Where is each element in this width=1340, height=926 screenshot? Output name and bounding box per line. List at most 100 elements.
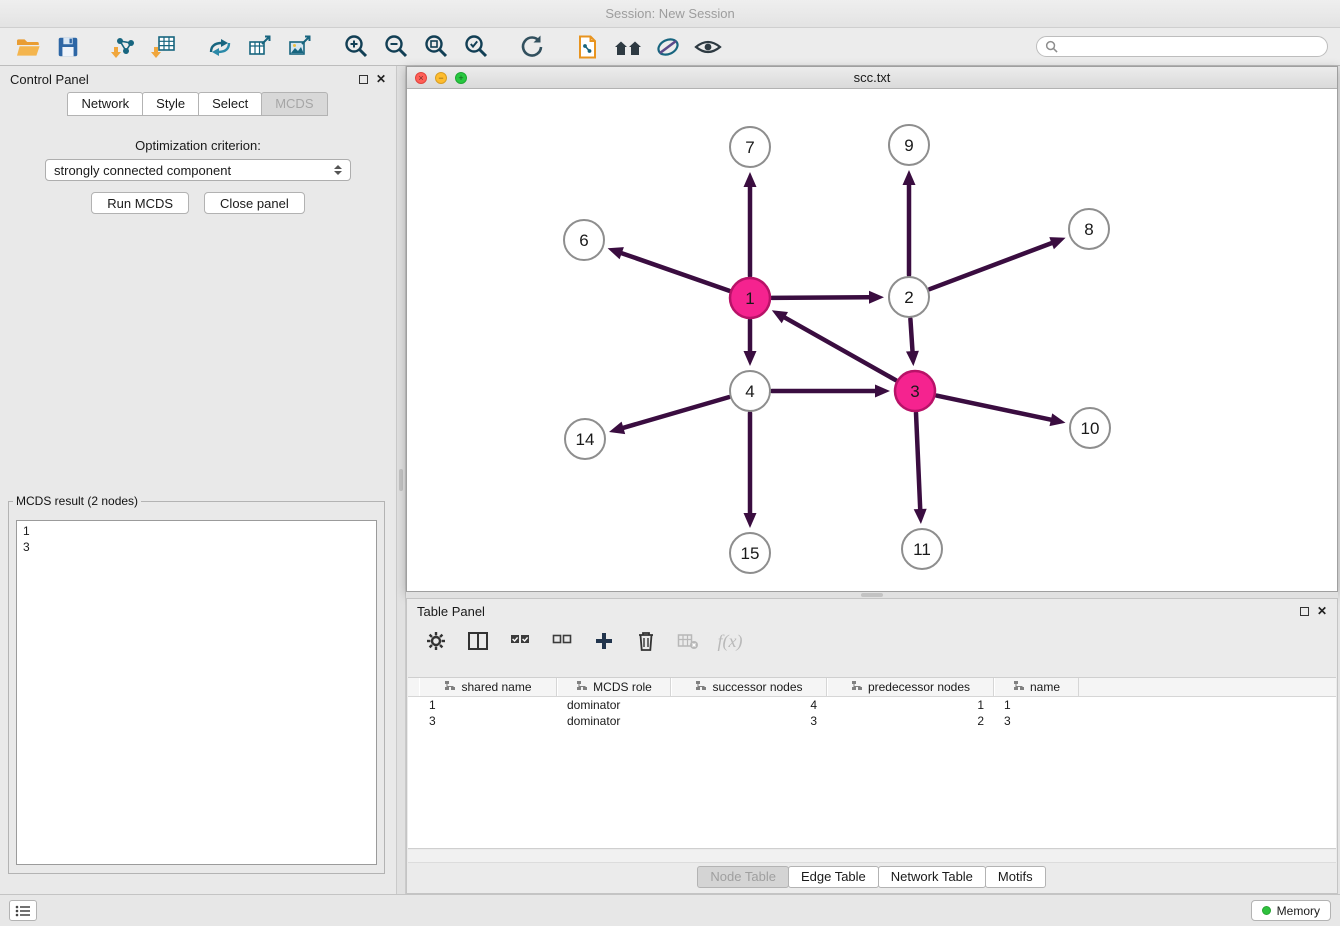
mcds-tab-content: Optimization criterion: strongly connect… [0,118,396,894]
cell-shared-name[interactable]: 3 [419,714,557,728]
table-scrollbar[interactable] [408,850,1336,863]
function-builder-button: f(x) [717,628,743,654]
task-history-button[interactable] [9,900,37,921]
zoom-fit-button[interactable] [420,32,452,62]
control-panel-tab-style[interactable]: Style [142,92,199,116]
edge-3-10[interactable] [937,396,1051,420]
table-row[interactable]: 3dominator323 [419,713,1336,729]
close-window-button[interactable]: × [415,72,427,84]
select-all-button[interactable] [507,628,533,654]
network-canvas[interactable]: 7968124314101511 [407,89,1337,591]
zoom-window-button[interactable]: + [455,72,467,84]
splitter-grip-h[interactable] [861,593,883,597]
float-panel-icon[interactable] [359,75,368,84]
column-header-MCDS-role[interactable]: MCDS role [557,678,671,696]
memory-button[interactable]: Memory [1251,900,1331,921]
table-panel-title: Table Panel [417,604,485,619]
control-panel-tabs: NetworkStyleSelectMCDS [0,92,396,116]
cell-name[interactable]: 3 [994,714,1079,728]
trash-icon [636,630,656,652]
column-label: shared name [461,680,531,694]
splitter-grip[interactable] [399,469,403,491]
show-columns-button[interactable] [465,628,491,654]
table-tab-network-table[interactable]: Network Table [878,866,986,888]
zoom-out-button[interactable] [380,32,412,62]
control-panel-tab-network[interactable]: Network [67,92,143,116]
show-hide-button[interactable] [692,32,724,62]
network-window-titlebar[interactable]: × − + scc.txt [407,67,1337,89]
cell-predecessor-nodes[interactable]: 2 [827,714,994,728]
edge-2-8[interactable] [930,243,1052,289]
delete-column-button[interactable] [633,628,659,654]
home-icon [613,34,643,60]
cell-name[interactable]: 1 [994,698,1079,712]
vertical-splitter[interactable] [396,66,406,894]
cell-successor-nodes[interactable]: 3 [671,714,827,728]
style-brush-button[interactable] [652,32,684,62]
columns-icon [467,630,489,652]
export-image-button[interactable] [284,32,316,62]
zoom-selected-button[interactable] [460,32,492,62]
edge-2-3[interactable] [910,319,912,351]
column-header-name[interactable]: name [994,678,1079,696]
table-row[interactable]: 1dominator411 [419,697,1336,713]
control-panel-title: Control Panel [10,72,89,87]
control-panel: Control Panel ✕ NetworkStyleSelectMCDS O… [0,66,396,894]
table-settings-button[interactable] [423,628,449,654]
close-panel-icon[interactable]: ✕ [376,74,386,84]
export-table-button[interactable] [244,32,276,62]
table-tab-edge-table[interactable]: Edge Table [788,866,879,888]
cell-successor-nodes[interactable]: 4 [671,698,827,712]
edge-arrow-1-6 [608,247,624,259]
edge-3-1[interactable] [785,318,896,381]
run-mcds-button[interactable]: Run MCDS [91,192,189,214]
export-network-button[interactable] [204,32,236,62]
cell-predecessor-nodes[interactable]: 1 [827,698,994,712]
deselect-all-button[interactable] [549,628,575,654]
home-button[interactable] [612,32,644,62]
plus-icon [594,631,614,651]
table-header-row: shared name MCDS rolesuccessor nodesprede… [408,678,1336,697]
edge-1-6[interactable] [622,253,729,291]
minimize-window-button[interactable]: − [435,72,447,84]
node-label-11: 11 [913,540,931,559]
table-tab-motifs[interactable]: Motifs [985,866,1046,888]
zoom-in-button[interactable] [340,32,372,62]
refresh-layout-button[interactable] [516,32,548,62]
export-document-button[interactable] [572,32,604,62]
column-header-successor-nodes[interactable]: successor nodes [671,678,827,696]
float-table-panel-icon[interactable] [1300,607,1309,616]
network-window-title: scc.txt [407,70,1337,85]
deselect-all-icon [552,631,572,651]
node-label-1: 1 [745,289,754,308]
column-tree-icon [851,680,863,694]
edge-3-11[interactable] [916,413,920,509]
column-header-predecessor-nodes[interactable]: predecessor nodes [827,678,994,696]
open-session-button[interactable] [12,32,44,62]
node-label-10: 10 [1081,419,1100,438]
close-panel-button[interactable]: Close panel [204,192,305,214]
table-tab-node-table[interactable]: Node Table [697,866,789,888]
status-bar: Memory [0,894,1340,926]
column-header-shared-name[interactable]: shared name [419,678,557,696]
cell-MCDS-role[interactable]: dominator [557,714,671,728]
close-table-panel-icon[interactable]: ✕ [1317,606,1327,616]
edge-1-2[interactable] [772,297,869,298]
zoom-out-icon [383,33,410,60]
zoom-selected-icon [463,33,490,60]
save-session-button[interactable] [52,32,84,62]
optimization-criterion-select[interactable]: strongly connected component [45,159,351,181]
control-panel-tab-select[interactable]: Select [198,92,262,116]
control-panel-tab-mcds[interactable]: MCDS [261,92,327,116]
import-table-button[interactable] [148,32,180,62]
import-network-button[interactable] [108,32,140,62]
edge-4-14[interactable] [623,397,729,428]
mcds-result-list[interactable]: 13 [16,520,377,865]
network-window: × − + scc.txt 7968124314101511 [406,66,1338,592]
cell-MCDS-role[interactable]: dominator [557,698,671,712]
node-label-9: 9 [904,136,913,155]
search-input[interactable] [1063,39,1319,54]
cell-shared-name[interactable]: 1 [419,698,557,712]
add-column-button[interactable] [591,628,617,654]
window-titlebar[interactable]: Session: New Session [0,0,1340,28]
